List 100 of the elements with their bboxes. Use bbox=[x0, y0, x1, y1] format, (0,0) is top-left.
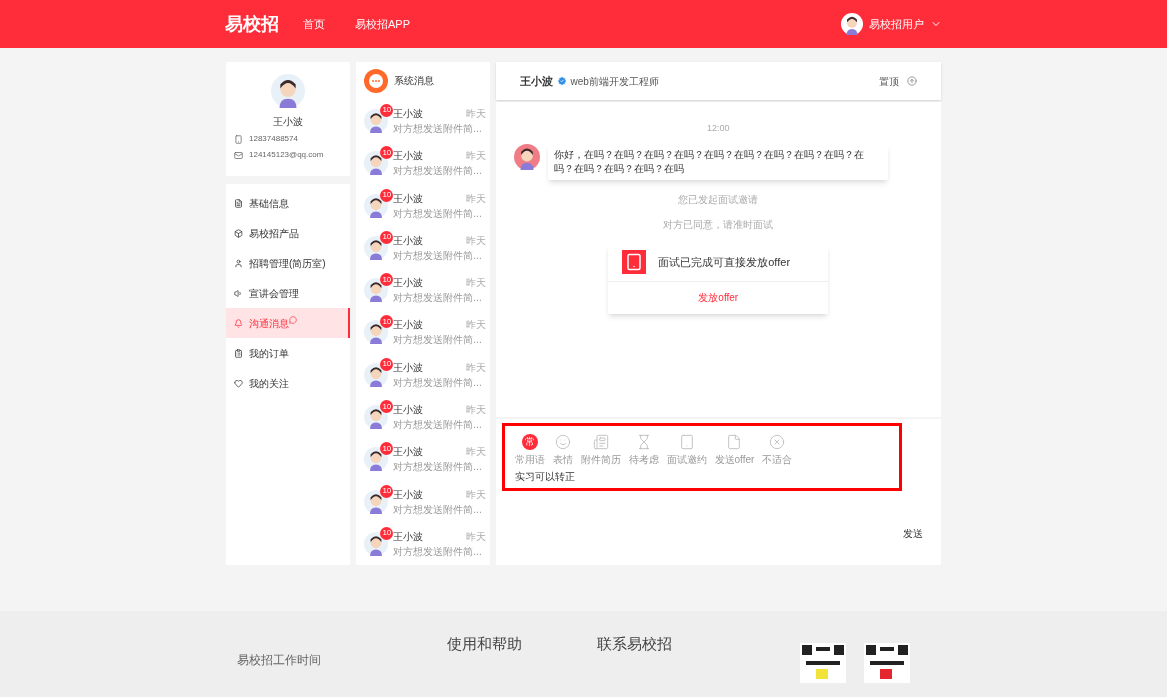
message-bubble: 你好，在吗？在吗？在吗？在吗？在吗？在吗？在吗？在吗？在吗？在吗？在吗？在吗？在吗？在吗 bbox=[547, 143, 888, 180]
menu-item[interactable]: 我的关注 bbox=[226, 368, 351, 398]
contact-name: 王小波 bbox=[393, 529, 424, 543]
conversation-item[interactable]: 10 王小波 昨天 对方想发送附件简... bbox=[356, 99, 490, 143]
message-time: 昨天 bbox=[465, 276, 486, 290]
chat-contact-name: 王小波 bbox=[519, 73, 553, 89]
message-preview: 对方想发送附件简... bbox=[393, 164, 483, 178]
conversation-item[interactable]: 10 王小波 昨天 对方想发送附件简... bbox=[356, 269, 490, 312]
mail-icon bbox=[234, 150, 243, 160]
message-time: 昨天 bbox=[465, 191, 486, 205]
tool-button[interactable]: 常 常用语 bbox=[514, 434, 545, 467]
menu-label: 易校招产品 bbox=[249, 226, 299, 241]
conversation-item[interactable]: 10 王小波 昨天 对方想发送附件简... bbox=[356, 480, 490, 523]
menu-label: 我的订单 bbox=[249, 346, 289, 361]
conversation-item[interactable]: 10 王小波 昨天 对方想发送附件简... bbox=[356, 311, 490, 354]
message-preview: 对方想发送附件简... bbox=[393, 248, 483, 262]
message-preview: 对方想发送附件简... bbox=[393, 121, 483, 135]
conversation-item[interactable]: 10 王小波 昨天 对方想发送附件简... bbox=[356, 226, 490, 269]
qr-code-icon bbox=[864, 643, 910, 683]
unread-count: 10 bbox=[380, 103, 394, 117]
message-preview: 对方想发送附件简... bbox=[393, 418, 483, 432]
menu-label: 宣讲会管理 bbox=[249, 286, 299, 301]
contact-avatar bbox=[364, 405, 389, 430]
pin-link[interactable]: 置顶 bbox=[879, 73, 899, 89]
contact-avatar bbox=[364, 447, 389, 472]
message-time: 昨天 bbox=[465, 318, 486, 332]
sender-avatar bbox=[513, 143, 540, 170]
person-icon bbox=[234, 258, 243, 268]
draft-text: 实习可以转正 bbox=[514, 470, 576, 484]
unread-count: 10 bbox=[380, 188, 394, 202]
conversation-item[interactable]: 10 王小波 昨天 对方想发送附件简... bbox=[356, 522, 490, 566]
menu-item[interactable]: 招聘管理(简历室) bbox=[226, 248, 351, 278]
bell-icon bbox=[234, 318, 243, 328]
tool-label: 不适合 bbox=[762, 453, 793, 467]
message-time: 昨天 bbox=[465, 445, 486, 459]
unread-count: 10 bbox=[380, 230, 394, 244]
contact-avatar bbox=[364, 489, 389, 514]
tool-label: 发送offer bbox=[714, 453, 755, 467]
phone-icon bbox=[234, 134, 243, 144]
tool-label: 表情 bbox=[552, 453, 573, 467]
unread-count: 10 bbox=[380, 484, 394, 498]
unread-count: 10 bbox=[380, 442, 394, 456]
message-time: 昨天 bbox=[465, 487, 486, 501]
clipboard-icon bbox=[234, 348, 243, 358]
conversation-item[interactable]: 10 王小波 昨天 对方想发送附件简... bbox=[356, 395, 490, 439]
system-message-icon bbox=[364, 68, 389, 93]
pin-icon[interactable] bbox=[907, 76, 917, 86]
contact-name: 王小波 bbox=[393, 403, 424, 417]
message-preview: 对方想发送附件简... bbox=[393, 206, 483, 220]
timestamp: 12:00 bbox=[707, 122, 730, 135]
logo[interactable]: 易校招 bbox=[225, 10, 279, 38]
phone-number: 12837488574 bbox=[249, 133, 298, 145]
nav-link[interactable]: 首页 bbox=[303, 15, 325, 33]
email-address: 124145123@qq.com bbox=[249, 149, 324, 161]
contact-avatar bbox=[364, 362, 389, 387]
send-button[interactable]: 发送 bbox=[903, 526, 923, 541]
tablet-icon bbox=[678, 434, 695, 450]
conversation-item[interactable]: 10 王小波 昨天 对方想发送附件简... bbox=[356, 184, 490, 227]
message-preview: 对方想发送附件简... bbox=[393, 291, 483, 305]
unread-count: 10 bbox=[380, 357, 394, 371]
contact-name: 王小波 bbox=[393, 445, 424, 459]
menu-item[interactable]: 易校招产品 bbox=[226, 218, 351, 248]
unread-count: 10 bbox=[380, 273, 394, 287]
cube-icon bbox=[234, 228, 243, 238]
contact-avatar bbox=[364, 193, 389, 218]
message-time: 昨天 bbox=[465, 106, 486, 120]
conversation-item[interactable]: 10 王小波 昨天 对方想发送附件简... bbox=[356, 353, 490, 396]
footer-heading: 联系易校招 bbox=[597, 634, 673, 654]
message-time: 昨天 bbox=[465, 529, 486, 543]
unread-count: 10 bbox=[380, 400, 394, 414]
menu-item[interactable]: 我的订单 bbox=[226, 338, 351, 368]
system-notice: 对方已同意，请准时面试 bbox=[663, 217, 774, 232]
profile-avatar bbox=[271, 74, 306, 108]
document-icon bbox=[234, 198, 243, 208]
contact-avatar bbox=[364, 278, 389, 303]
contact-avatar bbox=[364, 320, 389, 345]
message-preview: 对方想发送附件简... bbox=[393, 333, 483, 347]
profile-name: 王小波 bbox=[273, 115, 304, 129]
job-title: web前端开发工程师 bbox=[570, 74, 659, 89]
contact-name: 王小波 bbox=[393, 233, 424, 247]
user-name[interactable]: 易校招用户 bbox=[869, 15, 924, 33]
nav-link[interactable]: 易校招APP bbox=[355, 15, 410, 33]
unread-count: 10 bbox=[380, 146, 394, 160]
contact-name: 王小波 bbox=[393, 149, 424, 163]
send-offer-link[interactable]: 发放offer bbox=[608, 281, 829, 314]
menu-item[interactable]: 基础信息 bbox=[226, 188, 351, 218]
phrase-icon: 常 bbox=[521, 434, 538, 450]
conversation-item[interactable]: 10 王小波 昨天 对方想发送附件简... bbox=[356, 142, 490, 185]
contact-avatar bbox=[364, 151, 389, 176]
contact-name: 王小波 bbox=[393, 360, 424, 374]
close-circle-icon bbox=[769, 434, 786, 450]
speaker-icon bbox=[234, 288, 243, 298]
contact-name: 王小波 bbox=[393, 276, 424, 290]
message-time: 昨天 bbox=[465, 403, 486, 417]
system-message-label[interactable]: 系统消息 bbox=[394, 73, 435, 89]
system-notice: 您已发起面试邀请 bbox=[678, 192, 759, 207]
menu-item[interactable]: 宣讲会管理 bbox=[226, 278, 351, 308]
file-icon bbox=[726, 434, 743, 450]
contact-name: 王小波 bbox=[393, 191, 424, 205]
conversation-item[interactable]: 10 王小波 昨天 对方想发送附件简... bbox=[356, 438, 490, 481]
